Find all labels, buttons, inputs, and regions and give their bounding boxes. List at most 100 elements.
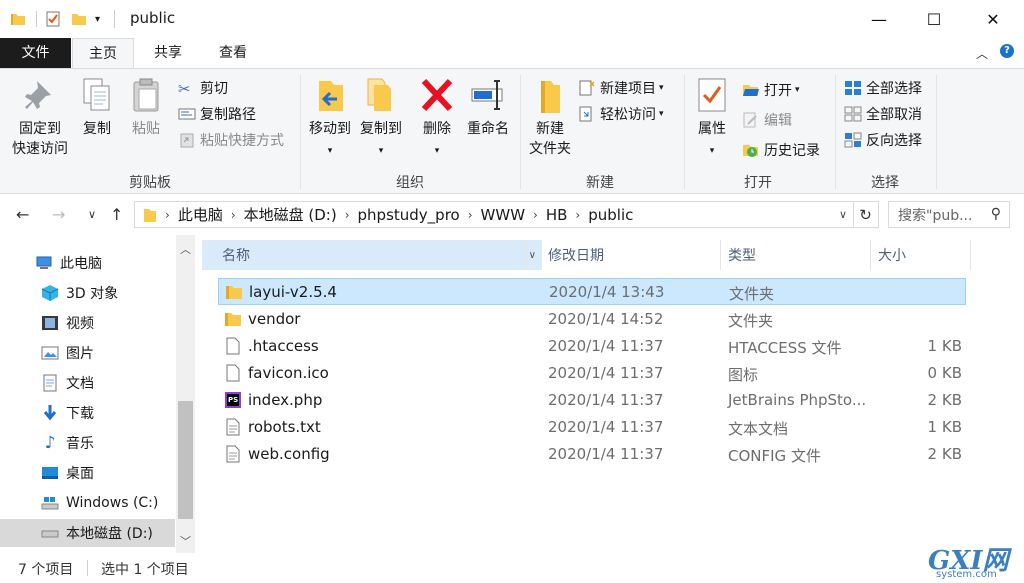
column-dropdown-chevron-icon[interactable]: ∨: [529, 250, 536, 261]
tab-view[interactable]: 查看: [205, 38, 261, 68]
column-divider[interactable]: [970, 240, 971, 270]
nav-item-3d-objects[interactable]: 3D 对象: [0, 279, 175, 307]
paste-icon: [133, 78, 159, 112]
tab-home[interactable]: 主页: [72, 38, 134, 69]
tab-share[interactable]: 共享: [140, 38, 196, 68]
text-file-icon: [226, 445, 240, 463]
column-header-name[interactable]: 名称 ∨: [202, 240, 542, 270]
column-header-size[interactable]: 大小: [878, 240, 906, 270]
collapse-ribbon-icon[interactable]: ︿: [976, 45, 988, 62]
scroll-down-icon[interactable]: ﹀: [176, 533, 195, 549]
file-row[interactable]: web.config 2020/1/4 11:37 CONFIG 文件 2 KB: [218, 441, 966, 468]
pin-icon: [25, 81, 51, 109]
paste-shortcut-button[interactable]: 粘贴快捷方式: [178, 129, 284, 151]
breadcrumb-separator-icon: ›: [533, 207, 538, 222]
file-row[interactable]: .htaccess 2020/1/4 11:37 HTACCESS 文件 1 K…: [218, 333, 966, 360]
paste-shortcut-icon: [180, 133, 194, 148]
move-to-button[interactable]: 移动到 ▾: [304, 77, 356, 161]
group-divider: [300, 75, 301, 189]
delete-icon: [421, 78, 453, 112]
delete-button[interactable]: 删除 ▾: [418, 77, 456, 161]
minimize-button[interactable]: —: [850, 0, 908, 38]
file-row[interactable]: favicon.ico 2020/1/4 11:37 图标 0 KB: [218, 360, 966, 387]
file-date: 2020/1/4 14:52: [548, 310, 664, 328]
maximize-button[interactable]: ☐: [905, 0, 963, 38]
pin-quick-access-button[interactable]: 固定到 快速访问: [8, 77, 72, 159]
refresh-button[interactable]: ↻: [853, 201, 879, 228]
copy-path-button[interactable]: 复制路径: [178, 103, 256, 125]
breadcrumb-public[interactable]: public: [588, 206, 633, 224]
chevron-down-icon: ▾: [327, 146, 333, 156]
nav-scrollbar-thumb[interactable]: [178, 401, 193, 519]
nav-item-pictures[interactable]: 图片: [0, 339, 175, 367]
pin-label-1: 固定到: [19, 121, 61, 137]
nav-item-windows-c[interactable]: Windows (C:): [0, 489, 175, 517]
breadcrumb-drive-d[interactable]: 本地磁盘 (D:): [244, 204, 337, 225]
close-button[interactable]: ✕: [964, 0, 1022, 38]
file-row[interactable]: PS index.php 2020/1/4 11:37 JetBrains Ph…: [218, 387, 966, 414]
new-item-button[interactable]: 新建项目 ▾: [578, 77, 664, 99]
nav-item-music[interactable]: ♪ 音乐: [0, 429, 175, 457]
properties-icon[interactable]: [45, 11, 61, 27]
new-folder-button[interactable]: 新建 文件夹: [524, 77, 576, 159]
scroll-up-icon[interactable]: ︿: [176, 241, 195, 257]
forward-arrow-icon[interactable]: →: [52, 205, 65, 224]
invert-selection-button[interactable]: 反向选择: [844, 129, 922, 151]
nav-scrollbar[interactable]: ︿ ﹀: [176, 235, 195, 553]
breadcrumb-hb[interactable]: HB: [546, 206, 568, 224]
file-row[interactable]: layui-v2.5.4 2020/1/4 13:43 文件夹: [218, 278, 966, 305]
file-date: 2020/1/4 11:37: [548, 364, 664, 382]
file-row[interactable]: robots.txt 2020/1/4 11:37 文本文档 1 KB: [218, 414, 966, 441]
open-button[interactable]: 打开 ▾: [742, 79, 800, 101]
file-name: .htaccess: [248, 337, 319, 355]
breadcrumb-phpstudy-pro[interactable]: phpstudy_pro: [358, 206, 460, 224]
cut-button[interactable]: ✂ 剪切: [178, 77, 228, 99]
nav-item-downloads[interactable]: 下载: [0, 399, 175, 427]
help-icon[interactable]: ?: [1000, 44, 1014, 58]
back-arrow-icon[interactable]: ←: [16, 205, 29, 224]
paste-button[interactable]: 粘贴: [126, 77, 166, 139]
select-none-button[interactable]: 全部取消: [844, 103, 922, 125]
music-icon: ♪: [44, 433, 56, 453]
select-all-button[interactable]: 全部选择: [844, 77, 922, 99]
address-bar[interactable]: › 此电脑 › 本地磁盘 (D:) › phpstudy_pro › WWW ›…: [134, 201, 854, 228]
nav-item-desktop[interactable]: 桌面: [0, 459, 175, 487]
breadcrumb-www[interactable]: WWW: [481, 206, 526, 224]
search-input[interactable]: 搜索"pub... ⚲: [888, 201, 1010, 228]
file-name: robots.txt: [248, 418, 321, 436]
refresh-icon: ↻: [859, 205, 872, 224]
address-dropdown-chevron-icon[interactable]: ∨: [839, 208, 847, 221]
edit-button[interactable]: 编辑: [742, 109, 792, 131]
file-icon: [226, 364, 240, 382]
search-icon: ⚲: [990, 206, 1001, 222]
ribbon-tabs: 文件 主页 共享 查看 ︿ ?: [0, 38, 1024, 69]
properties-button[interactable]: 属性 ▾: [690, 77, 734, 161]
breadcrumb-this-pc[interactable]: 此电脑: [178, 204, 223, 225]
nav-item-documents[interactable]: 文档: [0, 369, 175, 397]
history-button[interactable]: 历史记录: [742, 139, 820, 161]
nav-item-videos[interactable]: 视频: [0, 309, 175, 337]
file-row[interactable]: vendor 2020/1/4 14:52 文件夹: [218, 306, 966, 333]
nav-item-this-pc[interactable]: 此电脑: [0, 249, 175, 277]
open-label: 打开: [764, 83, 792, 99]
column-header-type[interactable]: 类型: [728, 240, 756, 270]
column-divider[interactable]: [720, 240, 721, 270]
rename-label: 重命名: [467, 121, 509, 137]
copy-button[interactable]: 复制: [78, 77, 116, 139]
nav-item-drive-d[interactable]: 本地磁盘 (D:): [0, 519, 175, 547]
column-divider[interactable]: [870, 240, 871, 270]
rename-button[interactable]: 重命名: [462, 77, 514, 139]
drive-c-icon: [40, 494, 60, 512]
pin-label-2: 快速访问: [12, 141, 68, 157]
recent-locations-chevron-icon[interactable]: ∨: [88, 208, 96, 221]
column-divider[interactable]: [526, 240, 527, 270]
new-folder-icon[interactable]: [71, 11, 87, 27]
up-arrow-icon[interactable]: ↑: [110, 205, 123, 224]
invert-selection-label: 反向选择: [866, 133, 922, 149]
chevron-down-icon[interactable]: ▾: [95, 14, 100, 25]
column-header-date[interactable]: 修改日期: [548, 240, 604, 270]
tab-file[interactable]: 文件: [0, 38, 71, 68]
copy-to-button[interactable]: 复制到 ▾: [356, 77, 406, 161]
easy-access-button[interactable]: 轻松访问 ▾: [578, 103, 664, 125]
organize-group-label: 组织: [396, 175, 424, 191]
